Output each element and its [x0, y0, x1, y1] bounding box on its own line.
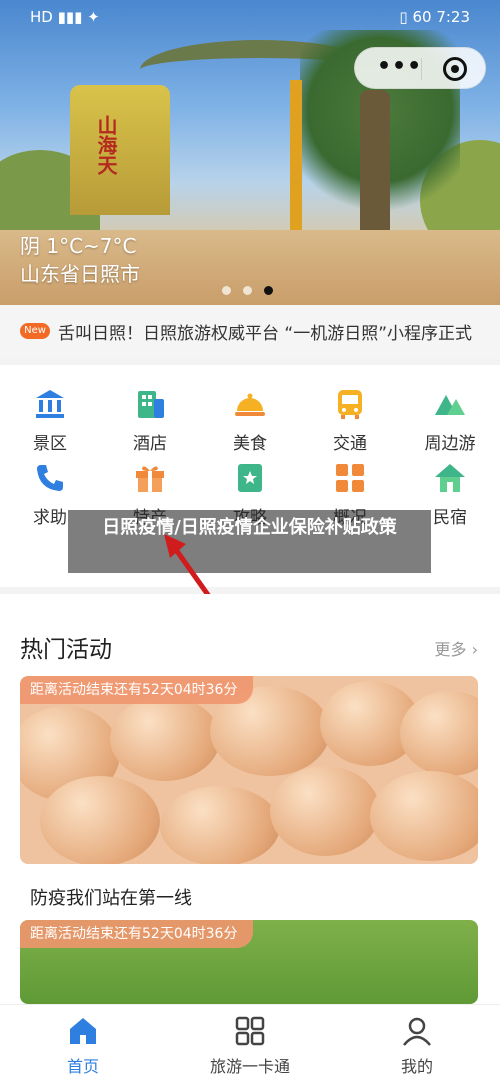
bus-icon	[333, 387, 367, 421]
gate-text: 山海天	[94, 115, 118, 175]
home-icon	[70, 1018, 96, 1044]
weather-temp: 阴 1°C~7°C	[20, 234, 137, 258]
tab-profile[interactable]: 我的	[357, 1015, 477, 1077]
overlay-title: 日照疫情/日照疫情企业保险补贴政策	[68, 510, 431, 573]
tab-travel-card[interactable]: 旅游一卡通	[190, 1015, 310, 1077]
grid-label: 酒店	[133, 434, 167, 454]
notice-bar[interactable]: New 舌叫日照！日照旅游权威平台 “一机游日照”小程序正式	[0, 305, 500, 359]
mountain-icon	[433, 387, 467, 421]
hot-activities-section: 热门活动 更多 › 距离活动结束还有52天04时36分 防疫我们站在第一线 距离…	[0, 594, 500, 1004]
grid-label: 美食	[233, 434, 267, 454]
weather-info: 阴 1°C~7°C 山东省日照市	[20, 232, 140, 288]
signal-status: HD ▮▮▮ ✦	[30, 8, 100, 26]
user-icon	[403, 1017, 431, 1046]
grid-label: 景区	[33, 434, 67, 454]
tab-label: 旅游一卡通	[209, 1057, 290, 1076]
banner-dot-active[interactable]	[264, 286, 273, 295]
gate-post-image	[290, 80, 302, 250]
status-bar: HD ▮▮▮ ✦ ▯ 60 7:23	[0, 0, 500, 34]
book-icon	[233, 461, 267, 495]
status-right: ▯ 60 7:23	[399, 8, 470, 26]
clock: 7:23	[436, 8, 470, 26]
activity-card-image[interactable]: 距离活动结束还有52天04时36分	[20, 920, 478, 1004]
tab-label: 我的	[400, 1057, 433, 1076]
tab-label: 首页	[66, 1057, 99, 1076]
countdown-badge: 距离活动结束还有52天04时36分	[20, 920, 254, 948]
bottom-tab-bar: 首页 旅游一卡通 我的	[0, 1004, 500, 1083]
city-name: 山东省日照市	[20, 262, 140, 286]
cloche-icon	[233, 387, 267, 421]
bank-icon	[33, 387, 67, 421]
battery-icon: ▯	[399, 8, 408, 26]
more-dots-icon[interactable]: •••	[377, 54, 422, 79]
hero-banner[interactable]: 山海天 HD ▮▮▮ ✦ ▯ 60 7:23 ••• 阴 1°C~7°C 山东省…	[0, 0, 500, 305]
banner-dot[interactable]	[222, 286, 231, 295]
banner-pagination	[222, 280, 285, 299]
battery-level: 60	[412, 8, 432, 26]
notice-text[interactable]: 舌叫日照！日照旅游权威平台 “一机游日照”小程序正式	[58, 319, 472, 344]
more-link[interactable]: 更多 ›	[434, 636, 478, 660]
activity-card-image[interactable]: 距离活动结束还有52天04时36分	[20, 676, 478, 864]
mini-program-capsule: •••	[354, 47, 486, 89]
phone-icon	[33, 461, 67, 495]
grid-icon	[235, 1016, 265, 1046]
grid-item-hotel[interactable]: 酒店	[100, 387, 200, 454]
grid-item-transport[interactable]: 交通	[300, 387, 400, 454]
grid-item-food[interactable]: 美食	[200, 387, 300, 454]
banner-dot[interactable]	[243, 286, 252, 295]
gift-icon	[133, 461, 167, 495]
countdown-badge: 距离活动结束还有52天04时36分	[20, 676, 254, 704]
house-icon	[433, 461, 467, 495]
building-icon	[133, 387, 167, 421]
grid-item-scenic[interactable]: 景区	[0, 387, 100, 454]
grid-item-nearby[interactable]: 周边游	[400, 387, 500, 454]
capsule-divider	[421, 58, 422, 80]
activity-caption[interactable]: 防疫我们站在第一线	[30, 884, 192, 910]
tab-home[interactable]: 首页	[23, 1015, 143, 1077]
grid-label: 周边游	[424, 434, 476, 454]
grid-label: 交通	[333, 434, 367, 454]
chevron-right-icon: ›	[471, 640, 478, 659]
more-label: 更多	[434, 640, 467, 659]
tiles-icon	[333, 461, 367, 495]
section-title: 热门活动	[20, 637, 112, 663]
tree-trunk-image	[360, 90, 390, 250]
target-icon[interactable]	[443, 57, 467, 81]
new-badge: New	[20, 323, 50, 339]
